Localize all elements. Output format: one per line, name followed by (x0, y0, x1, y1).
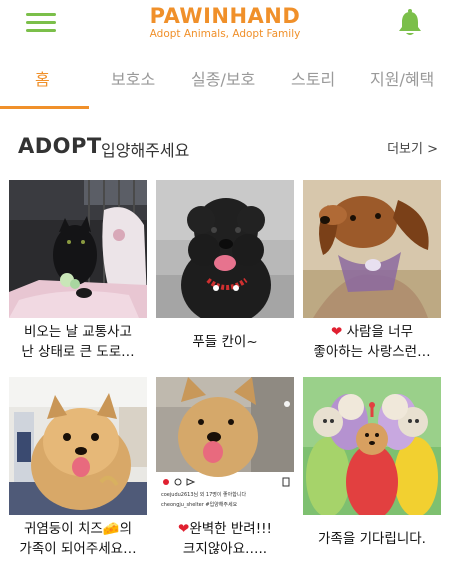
app-header: PAWINHAND Adopt Animals, Adopt Family (0, 0, 450, 50)
caption-line-2: 난 상태로 큰 도로… (21, 344, 135, 360)
main-tabs: 홈 보호소 실종/보호 스토리 지원/혜택 (0, 58, 450, 109)
logo-subtitle: Adopt Animals, Adopt Family (149, 28, 301, 40)
active-tab-indicator (0, 106, 89, 109)
see-more-link[interactable]: 더보기 > (387, 138, 438, 157)
card-caption: ❤ 사람을 너무 좋아하는 사랑스런… (303, 322, 441, 362)
caption-line-1: ❤ 사람을 너무 (303, 322, 441, 342)
caption-line-2: 좋아하는 사랑스런… (313, 344, 431, 360)
pet-photo (303, 377, 441, 515)
heart-icon: ❤ (178, 521, 190, 537)
caption-line-1: ❤완벽한 반려!!! (156, 519, 294, 539)
section-title: ADOPT (18, 134, 102, 158)
pet-photo (9, 377, 147, 515)
caption-line-1: 푸들 칸이~ (192, 334, 258, 350)
tab-story[interactable]: 스토리 (291, 66, 335, 90)
caption-line-2: 크지않아요….. (182, 541, 268, 557)
app-logo[interactable]: PAWINHAND Adopt Animals, Adopt Family (0, 4, 450, 40)
tab-shelter[interactable]: 보호소 (111, 66, 155, 90)
adopt-section-header: ADOPT 입양해주세요 더보기 > (0, 130, 450, 164)
card-caption: ❤완벽한 반려!!! 크지않아요….. (156, 519, 294, 559)
section-subtitle: 입양해주세요 (101, 141, 190, 160)
card-caption: 비오는 날 교통사고 난 상태로 큰 도로… (9, 322, 147, 362)
tab-missing-protect[interactable]: 실종/보호 (191, 66, 255, 90)
pet-photo (156, 180, 294, 318)
caption-text: 완벽한 반려!!! (189, 521, 272, 537)
caption-line-2: 가족이 되어주세요… (19, 541, 137, 557)
caption-line-1: 가족을 기다립니다. (318, 531, 426, 547)
tab-home[interactable]: 홈 (35, 66, 50, 90)
card-caption: 가족을 기다립니다. (303, 519, 441, 549)
heart-icon: ❤ (331, 324, 343, 340)
caption-text: 사람을 너무 (342, 324, 413, 340)
logo-title: PAWINHAND (149, 4, 301, 28)
caption-line-1: 비오는 날 교통사고 (24, 324, 132, 340)
card-caption: 푸들 칸이~ (156, 322, 294, 352)
pet-photo (9, 180, 147, 318)
pet-photo (303, 180, 441, 318)
pet-photo: coejudu2613님 외 17명이 좋아합니다 cheongju_shelt… (156, 377, 294, 515)
caption-line-1: 귀염둥이 치즈🧀의 (23, 521, 133, 537)
tab-support-benefits[interactable]: 지원/혜택 (370, 66, 434, 90)
bell-icon[interactable] (397, 9, 423, 37)
insta-likes-text: coejudu2613님 외 17명이 좋아합니다 (161, 491, 246, 498)
insta-caption-text: cheongju_shelter #입양해주세요 (161, 501, 238, 508)
card-caption: 귀염둥이 치즈🧀의 가족이 되어주세요… (9, 519, 147, 559)
